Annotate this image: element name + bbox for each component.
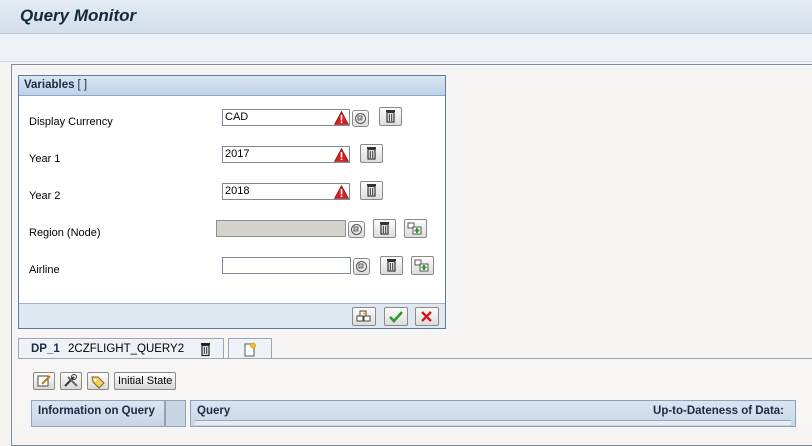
save-variant-button[interactable] — [352, 307, 376, 326]
information-on-query-header: Information on Query — [31, 400, 165, 427]
tools-button[interactable] — [60, 372, 82, 390]
value-help-button[interactable] — [352, 110, 369, 127]
add-hierarchy-button[interactable] — [411, 256, 434, 275]
variables-panel: Variables[ ] Display Currency CAD Year 1… — [18, 75, 446, 329]
value-help-icon — [355, 113, 366, 124]
query-label: Query — [197, 405, 231, 417]
edit-icon — [37, 375, 51, 387]
initial-state-button[interactable]: Initial State — [114, 372, 177, 390]
delete-button[interactable] — [379, 107, 402, 126]
display-currency-input[interactable]: CAD — [222, 109, 350, 126]
delete-button[interactable] — [360, 144, 383, 163]
page-title: Query Monitor — [20, 6, 137, 25]
delete-button[interactable] — [373, 219, 396, 238]
year-1-label: Year 1 — [29, 153, 61, 165]
panel-splitter[interactable] — [165, 400, 186, 427]
ok-button[interactable] — [384, 307, 408, 326]
year-2-input[interactable]: 2018 — [222, 183, 350, 200]
close-icon — [421, 311, 432, 322]
variables-header-suffix: [ ] — [77, 79, 88, 91]
tools-icon — [64, 374, 78, 387]
variables-footer — [19, 303, 445, 328]
add-node-icon — [414, 259, 429, 272]
edit-button[interactable] — [33, 372, 55, 390]
query-header: Query Up-to-Dateness of Data: — [190, 400, 796, 427]
up-to-dateness-label: Up-to-Dateness of Data: — [653, 405, 784, 417]
add-node-icon — [407, 222, 422, 235]
trash-icon — [367, 184, 376, 197]
warning-icon — [334, 185, 349, 199]
trash-icon — [387, 259, 396, 272]
checkmark-icon — [389, 311, 403, 323]
value-help-icon — [351, 224, 362, 235]
tag-icon — [91, 376, 105, 389]
tab-dp-1[interactable]: DP_1 2CZFLIGHT_QUERY2 — [18, 338, 224, 359]
tab-new-data-provider[interactable] — [228, 338, 272, 359]
trash-icon[interactable] — [199, 342, 212, 357]
data-provider-tabs: DP_1 2CZFLIGHT_QUERY2 — [18, 338, 812, 359]
trash-icon — [367, 147, 376, 160]
query-table-header-row — [195, 420, 791, 425]
add-hierarchy-button[interactable] — [404, 219, 427, 238]
value-help-icon — [356, 261, 367, 272]
tab-dp-name: DP_1 — [31, 343, 60, 355]
new-document-icon — [244, 342, 256, 357]
value-help-button[interactable] — [353, 258, 370, 275]
warning-icon — [334, 111, 349, 125]
airline-input[interactable] — [222, 257, 351, 274]
warning-icon — [334, 148, 349, 162]
year-2-label: Year 2 — [29, 190, 61, 202]
year-1-input[interactable]: 2017 — [222, 146, 350, 163]
region-node-label: Region (Node) — [29, 227, 101, 239]
variables-header: Variables[ ] — [19, 76, 445, 96]
variant-icon — [356, 310, 371, 322]
airline-label: Airline — [29, 264, 60, 276]
title-bar: Query Monitor — [0, 0, 812, 34]
trash-icon — [386, 110, 395, 123]
toolbar-area — [0, 34, 812, 62]
display-currency-label: Display Currency — [29, 116, 113, 128]
region-node-input[interactable] — [216, 220, 346, 237]
delete-button[interactable] — [360, 181, 383, 200]
tab-dp-description: 2CZFLIGHT_QUERY2 — [68, 343, 185, 355]
tag-button[interactable] — [87, 372, 109, 390]
value-help-button[interactable] — [348, 221, 365, 238]
variables-title: Variables — [24, 79, 75, 91]
delete-button[interactable] — [380, 256, 403, 275]
cancel-button[interactable] — [415, 307, 439, 326]
trash-icon — [380, 222, 389, 235]
